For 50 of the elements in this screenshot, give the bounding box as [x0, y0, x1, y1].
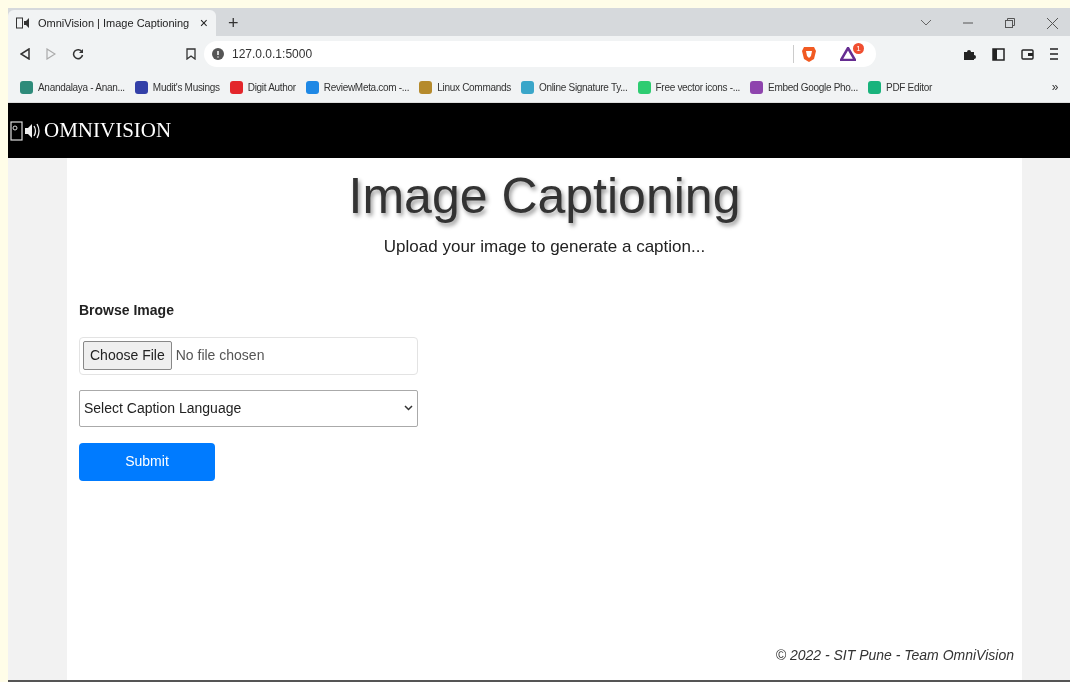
more-bookmarks-button[interactable]: » [1051, 78, 1058, 96]
bookmark-label: Free vector icons -... [655, 80, 741, 95]
triangle-icon[interactable] [840, 47, 856, 61]
logo-icon [16, 17, 30, 29]
bookmark-item[interactable]: Online Signature Ty... [520, 79, 628, 95]
chevron-down-icon[interactable] [921, 20, 931, 26]
page-heading: Image Captioning [347, 167, 742, 226]
form-label: Browse Image [79, 300, 175, 320]
submit-button[interactable]: Submit [79, 442, 215, 481]
chevron-down-icon [404, 405, 413, 411]
bookmark-item[interactable]: Linux Commands [419, 79, 511, 95]
bookmark-label: Linux Commands [437, 80, 511, 95]
language-select[interactable]: Select Caption Language [79, 389, 418, 427]
bookmark-label: Online Signature Ty... [538, 80, 628, 95]
reload-icon[interactable] [72, 48, 84, 60]
brand-name[interactable]: OMNIVISION [44, 114, 172, 147]
menu-icon[interactable] [1050, 48, 1058, 60]
bookmark-item[interactable]: Anandalaya - Anan... [20, 79, 125, 95]
bookmark-label: Digit Author [247, 80, 296, 95]
info-icon [212, 48, 224, 60]
bookmark-label: Anandalaya - Anan... [38, 80, 125, 95]
bookmark-item[interactable]: Mudit's Musings [134, 79, 220, 95]
file-input[interactable]: Choose File No file chosen [79, 336, 418, 375]
page-subtitle: Upload your image to generate a caption... [382, 236, 707, 258]
bookmark-item[interactable]: Embed Google Pho... [750, 79, 859, 95]
footer-text: © 2022 - SIT Pune - Team OmniVision [775, 646, 1014, 665]
file-status: No file chosen [175, 346, 265, 365]
notification-badge: 1 [853, 43, 864, 54]
close-button[interactable]: × [199, 16, 208, 30]
choose-file-button[interactable]: Choose File [83, 341, 172, 370]
tab-title: OmniVision | Image Captioning [38, 15, 191, 31]
url-text: 127.0.0.1:5000 [232, 46, 314, 63]
new-tab-button[interactable]: + [216, 10, 251, 36]
logo-icon [10, 118, 40, 143]
sidebar-icon[interactable] [992, 47, 1005, 61]
bookmark-label: PDF Editor [886, 80, 932, 95]
bookmark-label: Mudit's Musings [152, 80, 220, 95]
bookmark-label: Embed Google Pho... [768, 80, 859, 95]
bookmark-item[interactable]: ReviewMeta.com -... [305, 79, 410, 95]
bookmark-item[interactable]: PDF Editor [868, 79, 932, 95]
restore-icon[interactable] [1005, 18, 1015, 28]
close-icon[interactable] [1047, 17, 1058, 29]
wallet-icon[interactable] [1021, 48, 1034, 60]
browser-tab[interactable]: OmniVision | Image Captioning × [8, 10, 216, 36]
bookmark-icon[interactable] [186, 48, 196, 60]
bookmark-item[interactable]: Digit Author [229, 79, 296, 95]
bookmark-label: ReviewMeta.com -... [323, 80, 410, 95]
back-icon[interactable] [20, 48, 30, 60]
address-bar[interactable]: 127.0.0.1:5000 1 [204, 41, 876, 67]
bookmark-item[interactable]: Free vector icons -... [637, 79, 741, 95]
